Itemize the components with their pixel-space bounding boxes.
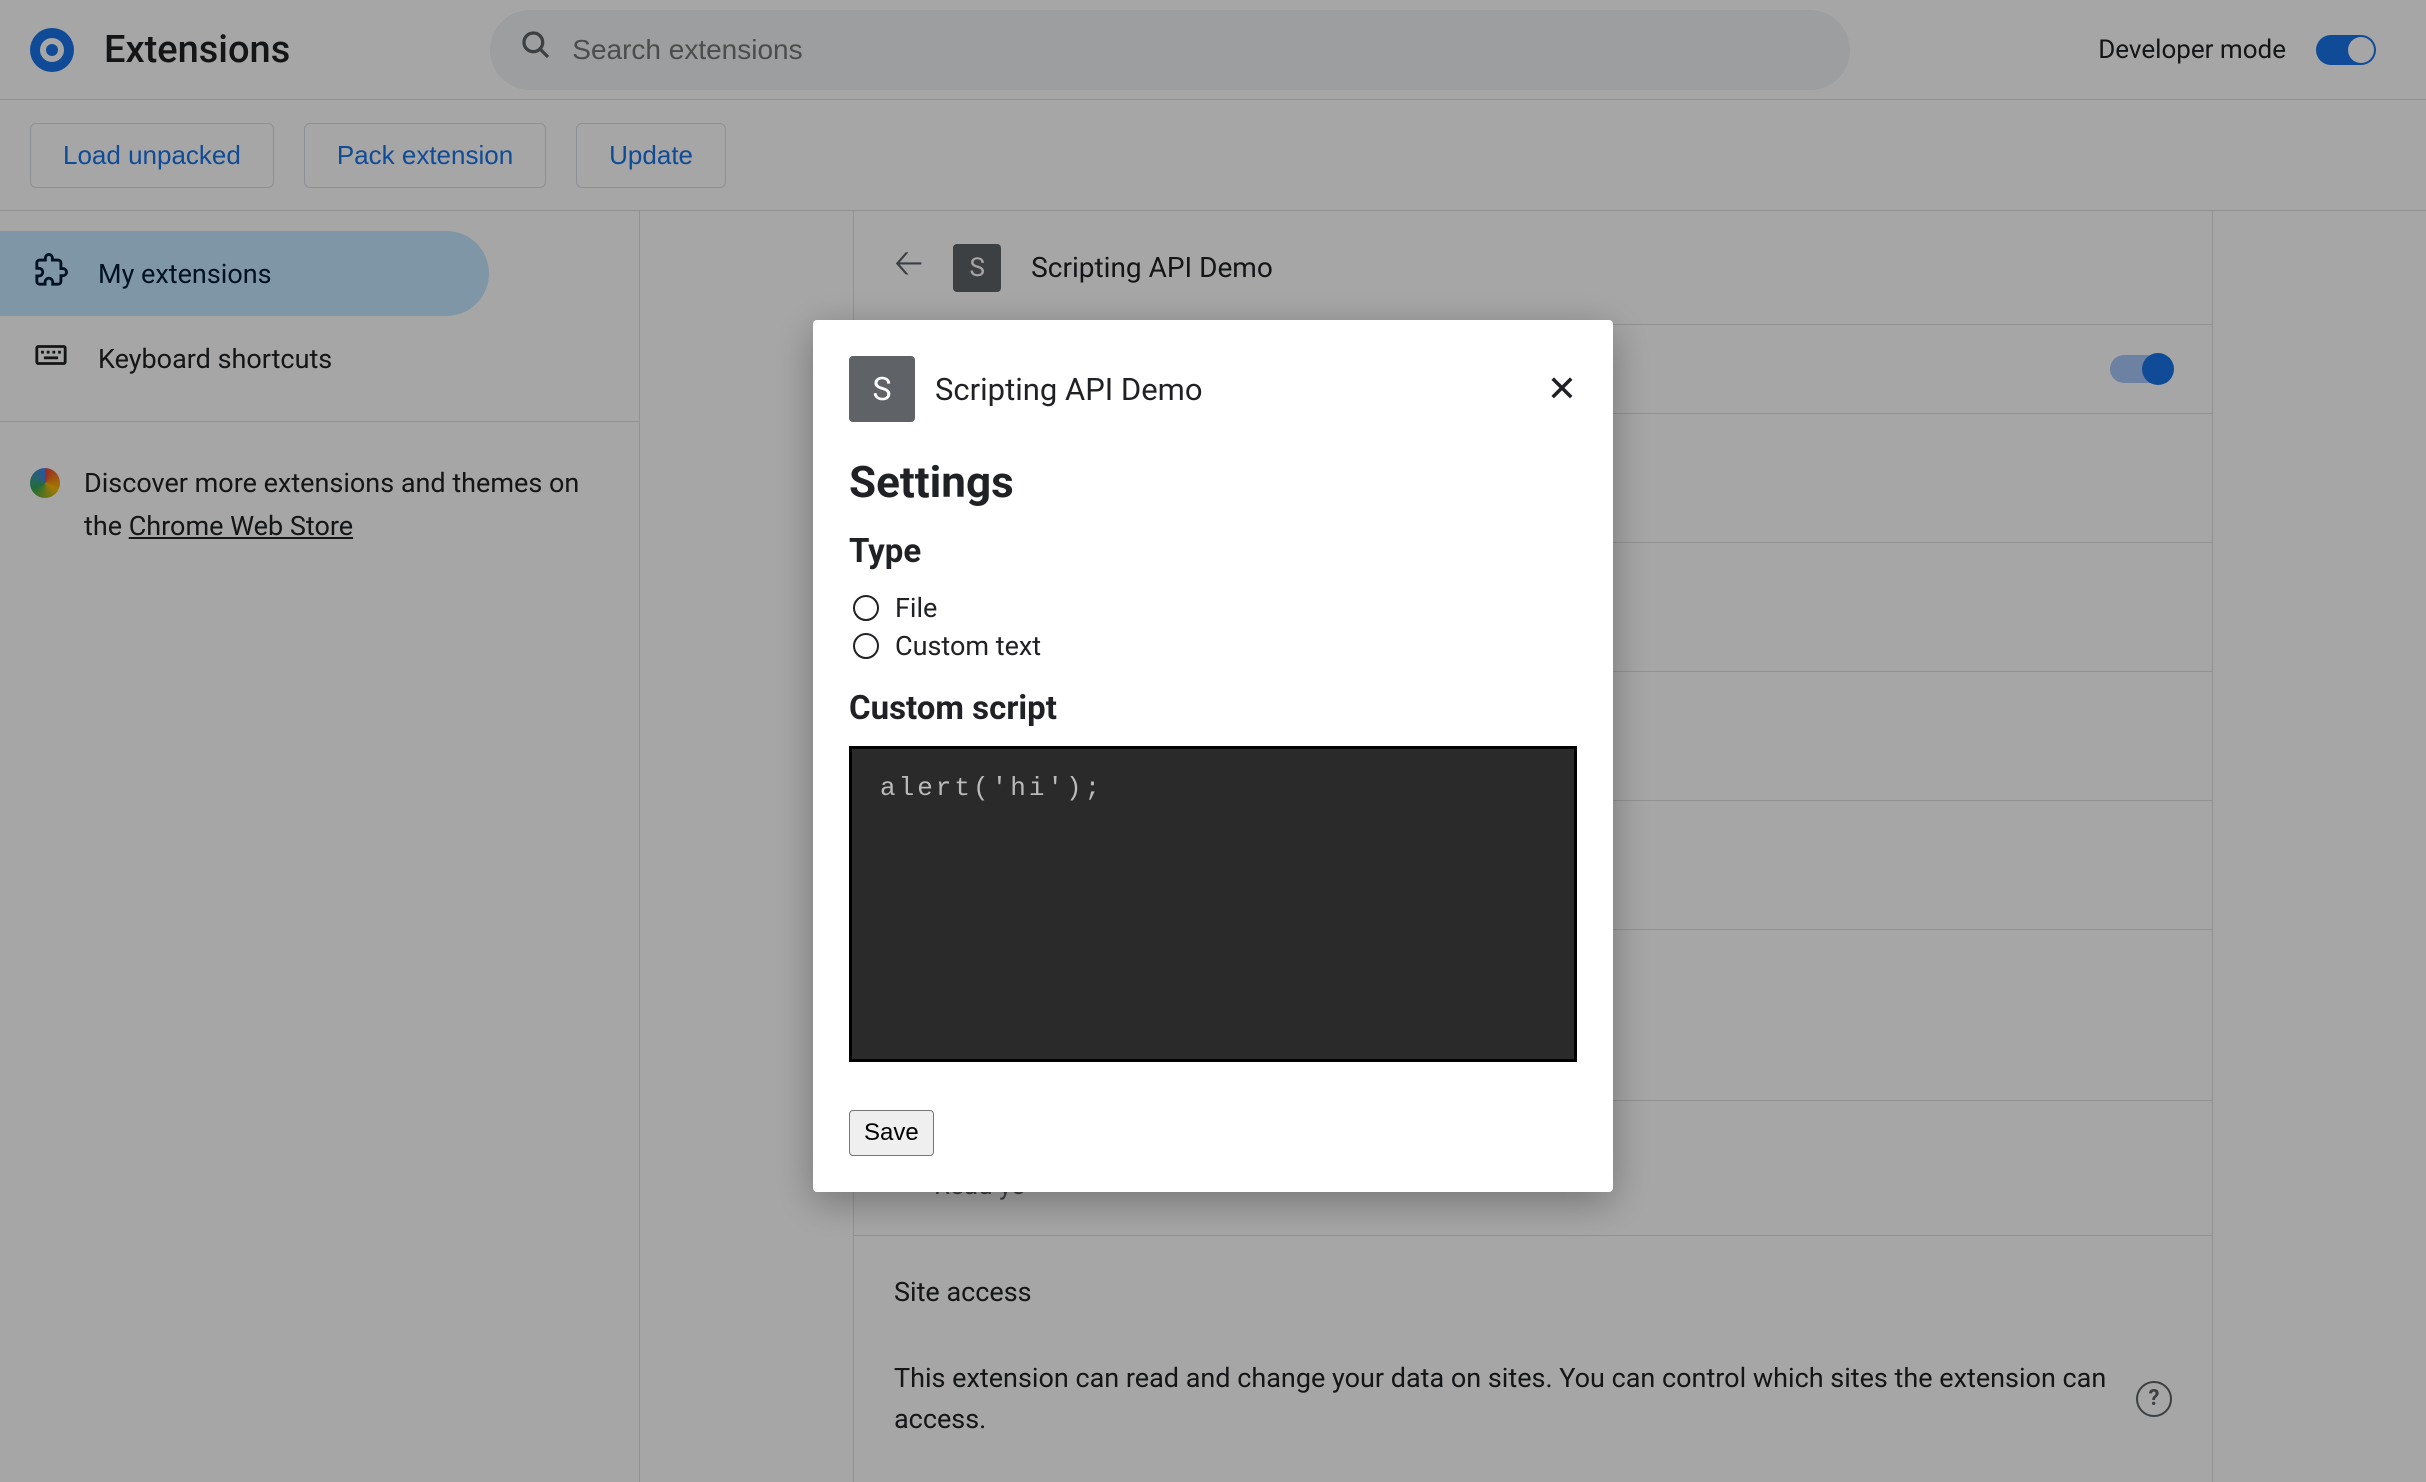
save-button[interactable]: Save [849,1110,934,1156]
radio-circle-icon [853,595,879,621]
custom-script-textarea[interactable] [849,746,1577,1062]
radio-circle-icon [853,633,879,659]
custom-script-heading: Custom script [849,689,1577,728]
type-radio-group: File Custom text [849,589,1577,665]
settings-dialog: S Scripting API Demo ✕ Settings Type Fil… [813,320,1613,1192]
radio-file-label: File [895,592,937,624]
radio-custom-label: Custom text [895,630,1041,662]
dialog-title: Scripting API Demo [935,371,1203,408]
close-icon[interactable]: ✕ [1547,368,1577,410]
type-heading: Type [849,532,1577,571]
radio-custom-text[interactable]: Custom text [849,627,1577,665]
settings-heading: Settings [849,456,1577,508]
dialog-header: S Scripting API Demo ✕ [849,356,1577,422]
dialog-extension-icon: S [849,356,915,422]
radio-file[interactable]: File [849,589,1577,627]
